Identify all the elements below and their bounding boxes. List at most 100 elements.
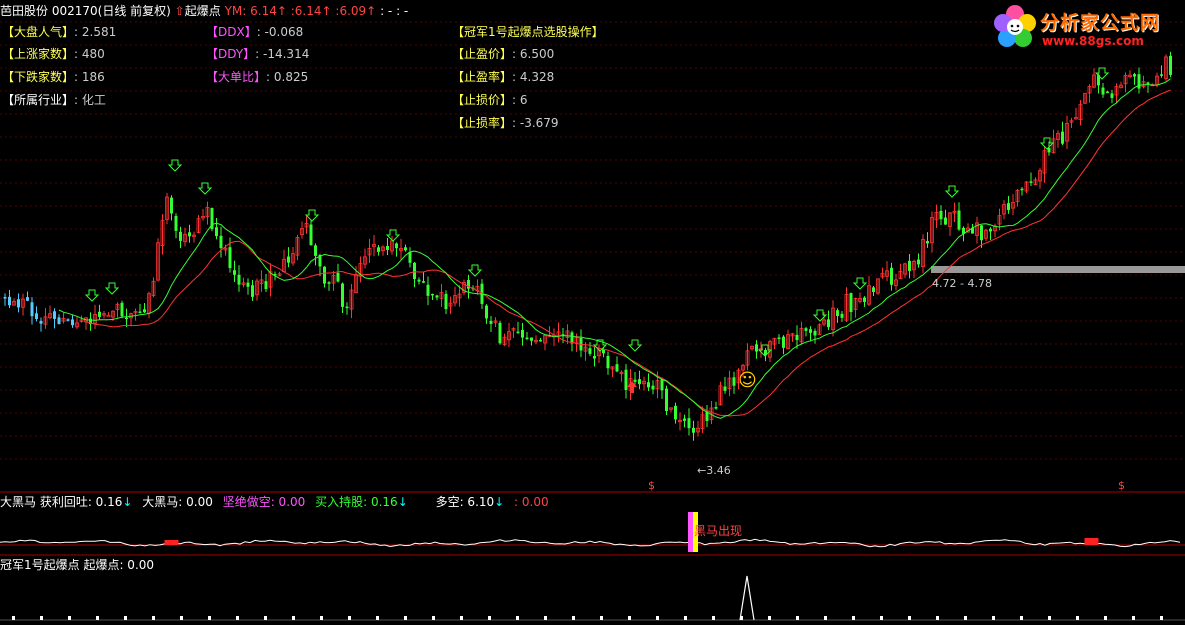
- candle-body: [435, 295, 439, 298]
- candle-body: [516, 331, 520, 334]
- candle-body: [813, 330, 817, 336]
- panel3-tick: [348, 616, 351, 620]
- sell-arrow-icon: [167, 159, 183, 172]
- candle-body: [809, 329, 812, 333]
- info-market-mood: 【大盘人气】: 2.581: [2, 25, 117, 39]
- panel2-item: 大黑马 获利回吐: 0.16: [0, 495, 123, 509]
- panel3-tick: [880, 616, 883, 620]
- candle-body: [422, 281, 425, 283]
- sell-arrow-icon: [467, 264, 483, 277]
- panel3-tick: [1104, 616, 1107, 620]
- up-arrow-icon: ↑: [276, 4, 287, 18]
- candle-body: [179, 231, 182, 241]
- candle-body: [395, 243, 398, 249]
- price-range-label: 4.72 - 4.78: [932, 277, 992, 290]
- candle-body: [1029, 181, 1033, 183]
- ym-value-1: 6.14: [250, 4, 277, 18]
- panel3-tick: [824, 616, 827, 620]
- candle-body: [615, 364, 619, 372]
- candle-body: [1146, 82, 1150, 84]
- panel3-tick: [1160, 616, 1163, 620]
- candle-body: [782, 336, 785, 348]
- candle-body: [26, 297, 29, 301]
- panel3-title: 冠军1号起爆点 起爆点: 0.00: [0, 558, 155, 572]
- down-arrow-icon: ↓: [397, 495, 408, 509]
- ma-red-line: [85, 89, 1171, 417]
- candle-body: [444, 293, 448, 310]
- candle-body: [687, 418, 691, 429]
- panel3-tick: [796, 616, 799, 620]
- info-stop-loss-price: 【止损价】: 6: [452, 93, 528, 107]
- ym-label: YM:: [224, 4, 247, 18]
- panel3-tick: [1132, 616, 1135, 620]
- candle-body: [174, 216, 178, 231]
- panel3-tick: [628, 616, 631, 620]
- candle-body: [633, 379, 637, 382]
- sell-arrow-icon: [385, 229, 401, 242]
- candle-body: [1160, 74, 1163, 76]
- candle-body: [849, 293, 853, 313]
- candle-body: [386, 245, 389, 250]
- candle-body: [732, 377, 736, 386]
- candle-body: [404, 247, 407, 251]
- sell-arrow-icon: [84, 289, 100, 302]
- candle-body: [233, 270, 236, 275]
- panel3-tick: [992, 616, 995, 620]
- candle-body: [908, 260, 911, 271]
- candle-body: [714, 407, 718, 409]
- panel3-tick: [292, 616, 295, 620]
- candle-body: [570, 332, 574, 344]
- ym-tail: : - : -: [380, 4, 409, 18]
- panel3-tick: [1076, 616, 1079, 620]
- info-big-order-ratio: 【大单比】: 0.825: [206, 70, 309, 84]
- panel3-tick: [572, 616, 575, 620]
- logo-url: www.88gs.com: [1042, 34, 1144, 48]
- candle-body: [57, 317, 61, 324]
- candle-body: [237, 274, 241, 285]
- candle-body: [170, 197, 173, 214]
- candle-body: [1061, 131, 1064, 144]
- candle-body: [989, 228, 992, 232]
- candle-body: [521, 330, 524, 338]
- candle-body: [660, 379, 664, 391]
- panel3-tick: [68, 616, 71, 620]
- candle-body: [323, 266, 326, 284]
- info-ddx: 【DDX】: -0.068: [206, 25, 304, 39]
- candle-body: [106, 314, 111, 318]
- panel3-tick: [488, 616, 491, 620]
- candle-body: [723, 386, 727, 391]
- signal-name: 起爆点: [184, 4, 221, 18]
- panel3-tick: [152, 616, 155, 620]
- dark-horse-marker: 黑马出现: [694, 524, 743, 538]
- candle-body: [3, 297, 7, 299]
- sell-arrow-icon: [104, 282, 120, 295]
- panel3-tick: [600, 616, 603, 620]
- candle-body: [890, 267, 893, 285]
- signal-up-arrow-icon: ⇧: [174, 4, 185, 18]
- candle-body: [485, 305, 488, 319]
- candle-body: [53, 311, 56, 319]
- panel2-item: 买入持股: 0.16: [315, 495, 398, 509]
- candle-body: [215, 227, 218, 237]
- chart-header: 芭田股份 002170(日线 前复权) ⇧起爆点 YM: 6.14↑ :6.14…: [0, 4, 409, 18]
- candle-body: [30, 302, 34, 317]
- candle-body: [1020, 188, 1024, 191]
- candle-body: [246, 282, 250, 287]
- dollar-marker-icon: $: [1118, 479, 1125, 492]
- panel3-tick: [936, 616, 939, 620]
- low-price-label: ←3.46: [697, 464, 731, 477]
- stock-code: 002170: [51, 4, 98, 18]
- candle-body: [1169, 55, 1172, 75]
- panel3-tick: [1020, 616, 1023, 620]
- sell-arrow-icon: [852, 277, 868, 290]
- candle-body: [251, 285, 254, 297]
- candle-body: [413, 262, 416, 280]
- candle-body: [1133, 74, 1136, 77]
- candle-body: [647, 382, 650, 388]
- site-logo: 分析家公式网 www.88gs.com: [990, 2, 1185, 54]
- candle-body: [665, 388, 668, 412]
- candle-body: [1137, 74, 1141, 89]
- candle-body: [143, 309, 146, 313]
- panel3-tick: [40, 616, 43, 620]
- logo-title: 分析家公式网: [1040, 12, 1161, 34]
